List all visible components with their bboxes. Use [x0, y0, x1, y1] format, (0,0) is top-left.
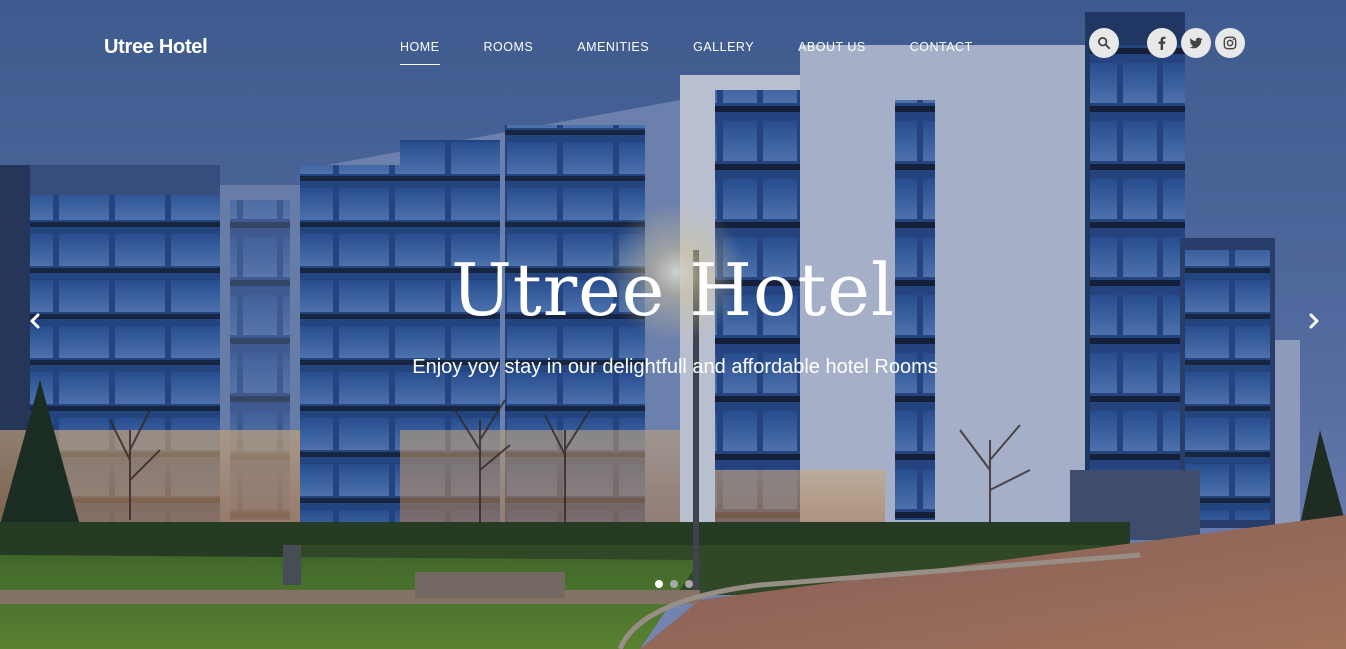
chevron-left-icon	[30, 313, 40, 329]
nav-amenities[interactable]: AMENITIES	[577, 40, 649, 64]
main-nav: HOME ROOMS AMENITIES GALLERY ABOUT US CO…	[400, 40, 1017, 65]
nav-home[interactable]: HOME	[400, 40, 440, 65]
carousel-prev-button[interactable]	[25, 310, 45, 332]
instagram-icon	[1223, 36, 1237, 50]
nav-about-us[interactable]: ABOUT US	[798, 40, 866, 64]
carousel-dot-3[interactable]	[685, 580, 693, 588]
hero-title: Utree Hotel	[451, 248, 895, 332]
hero-slider: Utree Hotel HOME ROOMS AMENITIES GALLERY…	[0, 0, 1346, 649]
twitter-icon	[1189, 37, 1203, 49]
carousel-next-button[interactable]	[1304, 310, 1324, 332]
nav-rooms[interactable]: ROOMS	[484, 40, 534, 64]
facebook-icon	[1158, 36, 1166, 50]
facebook-button[interactable]	[1147, 28, 1177, 58]
site-header: Utree Hotel HOME ROOMS AMENITIES GALLERY…	[0, 0, 1346, 95]
search-button[interactable]	[1089, 28, 1119, 58]
carousel-indicators	[655, 580, 700, 588]
hero-subtitle: Enjoy yoy stay in our delightfull and af…	[412, 356, 938, 378]
brand-logo-text[interactable]: Utree Hotel	[104, 36, 208, 59]
nav-gallery[interactable]: GALLERY	[693, 40, 754, 64]
carousel-dot-2[interactable]	[670, 580, 678, 588]
chevron-right-icon	[1309, 313, 1319, 329]
instagram-button[interactable]	[1215, 28, 1245, 58]
nav-contact[interactable]: CONTACT	[910, 40, 973, 64]
search-icon	[1098, 37, 1111, 50]
carousel-dot-1[interactable]	[655, 580, 663, 588]
twitter-button[interactable]	[1181, 28, 1211, 58]
